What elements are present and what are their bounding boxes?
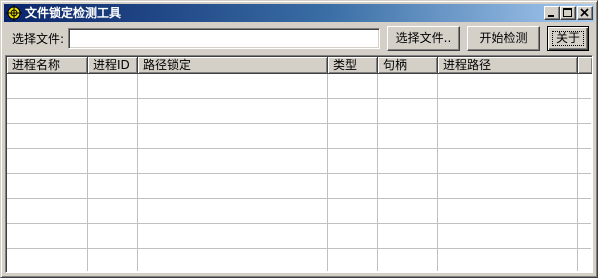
minimize-button[interactable]: [544, 6, 560, 20]
file-label: 选择文件:: [12, 32, 65, 46]
crosshair-icon: [6, 5, 22, 21]
grid-row-divider: [7, 148, 591, 149]
minimize-icon: [548, 15, 554, 17]
grid-row-divider: [7, 198, 591, 199]
column-header-filler: [578, 57, 592, 74]
maximize-icon: [563, 8, 572, 17]
grid-row-divider: [7, 173, 591, 174]
list-header: 进程名称 进程ID 路径锁定 类型 句柄 进程路径: [7, 57, 592, 74]
main-window: 文件锁定检测工具 选择文件: 选择文件.. 开始检测 关于 进程名称 进程ID …: [0, 0, 598, 278]
column-header-locked-path[interactable]: 路径锁定: [138, 57, 328, 74]
about-button-label: 关于: [555, 31, 580, 45]
start-detect-button[interactable]: 开始检测: [467, 26, 540, 51]
window-title: 文件锁定检测工具: [25, 6, 122, 20]
column-header-process-path[interactable]: 进程路径: [438, 57, 578, 74]
column-header-handle[interactable]: 句柄: [378, 57, 438, 74]
close-icon: [580, 8, 589, 17]
grid-row-divider: [7, 98, 591, 99]
grid-row-divider: [7, 248, 591, 249]
browse-file-button[interactable]: 选择文件..: [387, 26, 460, 51]
column-header-type[interactable]: 类型: [328, 57, 378, 74]
grid-row-divider: [7, 223, 591, 224]
file-path-input[interactable]: [68, 28, 380, 49]
close-button[interactable]: [577, 6, 593, 20]
process-list[interactable]: 进程名称 进程ID 路径锁定 类型 句柄 进程路径: [5, 55, 593, 273]
about-button[interactable]: 关于: [547, 26, 589, 51]
column-header-process-id[interactable]: 进程ID: [88, 57, 138, 74]
column-header-process-name[interactable]: 进程名称: [7, 57, 88, 74]
maximize-button[interactable]: [560, 6, 576, 20]
list-grid: [7, 74, 591, 271]
grid-row-divider: [7, 123, 591, 124]
title-bar[interactable]: 文件锁定检测工具: [4, 4, 594, 22]
